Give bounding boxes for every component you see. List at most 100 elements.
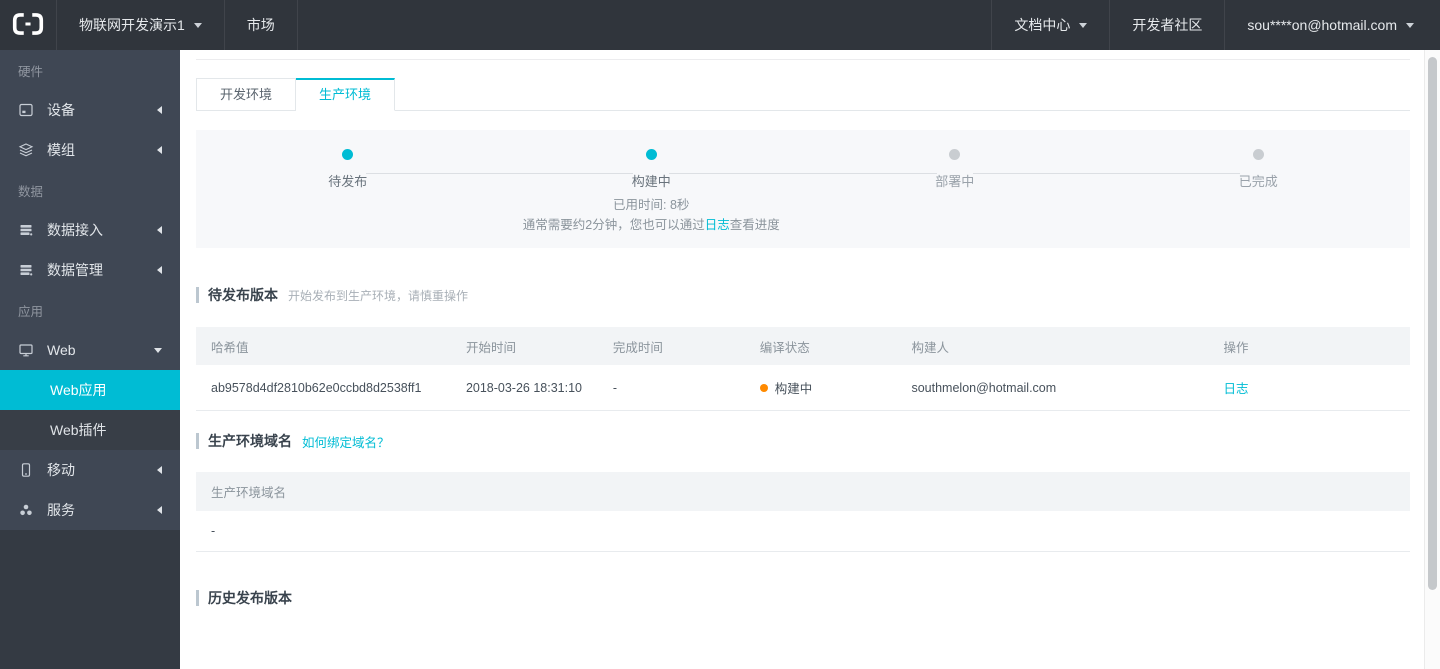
mobile-icon xyxy=(18,462,34,478)
tab-dev-env[interactable]: 开发环境 xyxy=(196,78,297,111)
chevron-collapsed-icon xyxy=(157,226,162,234)
project-switcher[interactable]: 物联网开发演示1 xyxy=(57,0,224,50)
chevron-down-icon xyxy=(1406,22,1414,28)
nav-docs-label: 文档中心 xyxy=(1014,17,1071,33)
cell-action: 日志 xyxy=(1208,378,1410,397)
app-logo[interactable] xyxy=(0,0,56,50)
bind-domain-help-link[interactable]: 如何绑定域名？ xyxy=(302,432,390,451)
sidebar: 硬件 设备 模组 数据 数据接入 数据管理 应用 Web Web应用 Web插件… xyxy=(0,50,180,669)
nav-market[interactable]: 市场 xyxy=(225,0,297,50)
col-builder: 构建人 xyxy=(911,340,949,355)
log-link[interactable]: 日志 xyxy=(705,218,730,232)
data-access-icon xyxy=(18,222,34,238)
step-dot xyxy=(342,149,354,160)
chevron-expanded-icon xyxy=(154,347,162,353)
project-name: 物联网开发演示1 xyxy=(79,17,185,33)
history-section-head: 历史发布版本 xyxy=(196,588,1410,608)
elapsed-time: 已用时间: 8秒 xyxy=(613,198,690,212)
tab-prod-env[interactable]: 生产环境 xyxy=(296,78,396,111)
chevron-down-icon xyxy=(193,22,202,28)
sidebar-item-module[interactable]: 模组 xyxy=(0,130,180,170)
build-info: 已用时间: 8秒 通常需要约2分钟，您也可以通过日志查看进度 xyxy=(523,195,780,235)
sidebar-item-label: 设备 xyxy=(47,102,75,118)
scrollbar-track[interactable] xyxy=(1424,50,1440,669)
section-accent-bar xyxy=(196,590,199,606)
sidebar-menu: 硬件 设备 模组 数据 数据接入 数据管理 应用 Web Web应用 Web插件… xyxy=(0,50,180,530)
step-dot xyxy=(1252,149,1264,160)
chevron-down-icon xyxy=(1079,22,1088,28)
web-icon xyxy=(18,342,34,358)
step-building: 构建中 xyxy=(365,149,804,190)
table-row: - xyxy=(196,511,1410,552)
col-finish-time: 完成时间 xyxy=(612,340,663,355)
cell-finish-time: - xyxy=(612,380,617,395)
domain-table: 生产环境域名 - xyxy=(196,472,1410,552)
section-subtitle: 开始发布到生产环境，请慎重操作 xyxy=(288,288,469,303)
sidebar-section-hardware: 硬件 xyxy=(0,50,180,90)
step-completed: 已完成 xyxy=(972,149,1411,190)
section-title: 生产环境域名 xyxy=(208,433,292,449)
service-icon xyxy=(18,502,34,518)
table-header-row: 生产环境域名 xyxy=(196,472,1410,511)
sidebar-item-label: 数据管理 xyxy=(47,262,103,278)
sidebar-item-label: 数据接入 xyxy=(47,222,103,238)
table-row: ab9578d4df2810b62e0ccbd8d2538ff1 2018-03… xyxy=(196,365,1410,411)
step-label: 已完成 xyxy=(1238,174,1278,189)
sidebar-item-service[interactable]: 服务 xyxy=(0,490,180,530)
col-domain: 生产环境域名 xyxy=(211,486,287,500)
step-dot xyxy=(645,149,657,160)
nav-community[interactable]: 开发者社区 xyxy=(1110,0,1224,50)
col-start-time: 开始时间 xyxy=(465,340,516,355)
sidebar-item-web-app[interactable]: Web应用 xyxy=(0,370,180,410)
status-dot-building xyxy=(759,383,768,392)
section-label: 硬件 xyxy=(18,64,44,79)
section-label: 应用 xyxy=(18,304,44,319)
data-manage-icon xyxy=(18,262,34,278)
section-accent-bar xyxy=(196,287,199,303)
scrollbar-thumb[interactable] xyxy=(1428,57,1437,590)
nav-docs[interactable]: 文档中心 xyxy=(992,0,1109,50)
brand-icon xyxy=(11,11,45,40)
env-tabs: 开发环境 生产环境 xyxy=(196,78,1410,111)
hint-suffix: 查看进度 xyxy=(729,218,780,232)
build-hint: 通常需要约2分钟，您也可以通过日志查看进度 xyxy=(523,215,780,235)
sidebar-item-mobile[interactable]: 移动 xyxy=(0,450,180,490)
chevron-collapsed-icon xyxy=(157,266,162,274)
chevron-collapsed-icon xyxy=(157,106,162,114)
sidebar-item-web-plugin[interactable]: Web插件 xyxy=(0,410,180,450)
nav-community-label: 开发者社区 xyxy=(1132,17,1203,33)
sidebar-item-device[interactable]: 设备 xyxy=(0,90,180,130)
module-icon xyxy=(18,142,34,158)
sidebar-item-label: 服务 xyxy=(47,502,75,518)
sidebar-item-label: 移动 xyxy=(47,462,75,478)
col-action: 操作 xyxy=(1223,340,1249,355)
sidebar-item-web[interactable]: Web xyxy=(0,330,180,370)
pending-version-table: 哈希值 开始时间 完成时间 编译状态 构建人 操作 ab9578d4df2810… xyxy=(196,327,1410,411)
step-dot xyxy=(949,149,961,160)
cell-domain-value: - xyxy=(211,524,216,538)
section-accent-bar xyxy=(196,433,199,449)
progress-steps: 待发布 构建中 部署中 已完成 xyxy=(196,149,1410,190)
domain-section-head: 生产环境域名 如何绑定域名？ xyxy=(196,431,1410,451)
col-hash: 哈希值 xyxy=(211,340,249,355)
chevron-collapsed-icon xyxy=(157,506,162,514)
step-label: 构建中 xyxy=(631,174,671,189)
cell-hash: ab9578d4df2810b62e0ccbd8d2538ff1 xyxy=(211,380,422,395)
sidebar-section-data: 数据 xyxy=(0,170,180,210)
cell-compile-status: 构建中 xyxy=(745,378,897,397)
device-icon xyxy=(18,102,34,118)
step-label: 待发布 xyxy=(328,174,368,189)
sidebar-item-label: Web应用 xyxy=(50,382,107,398)
row-log-link[interactable]: 日志 xyxy=(1223,382,1248,396)
hint-prefix: 通常需要约2分钟，您也可以通过 xyxy=(522,218,705,232)
section-title: 历史发布版本 xyxy=(208,590,292,606)
sidebar-item-data-access[interactable]: 数据接入 xyxy=(0,210,180,250)
step-pending-release: 待发布 xyxy=(196,149,500,190)
table-header-row: 哈希值 开始时间 完成时间 编译状态 构建人 操作 xyxy=(196,327,1410,365)
account-menu[interactable]: sou****on@hotmail.com xyxy=(1225,0,1440,50)
sidebar-item-data-manage[interactable]: 数据管理 xyxy=(0,250,180,290)
section-label: 数据 xyxy=(18,184,44,199)
sidebar-item-label: Web插件 xyxy=(50,422,107,438)
top-navbar: 物联网开发演示1 市场 文档中心 开发者社区 sou****on@hotmail… xyxy=(0,0,1440,50)
